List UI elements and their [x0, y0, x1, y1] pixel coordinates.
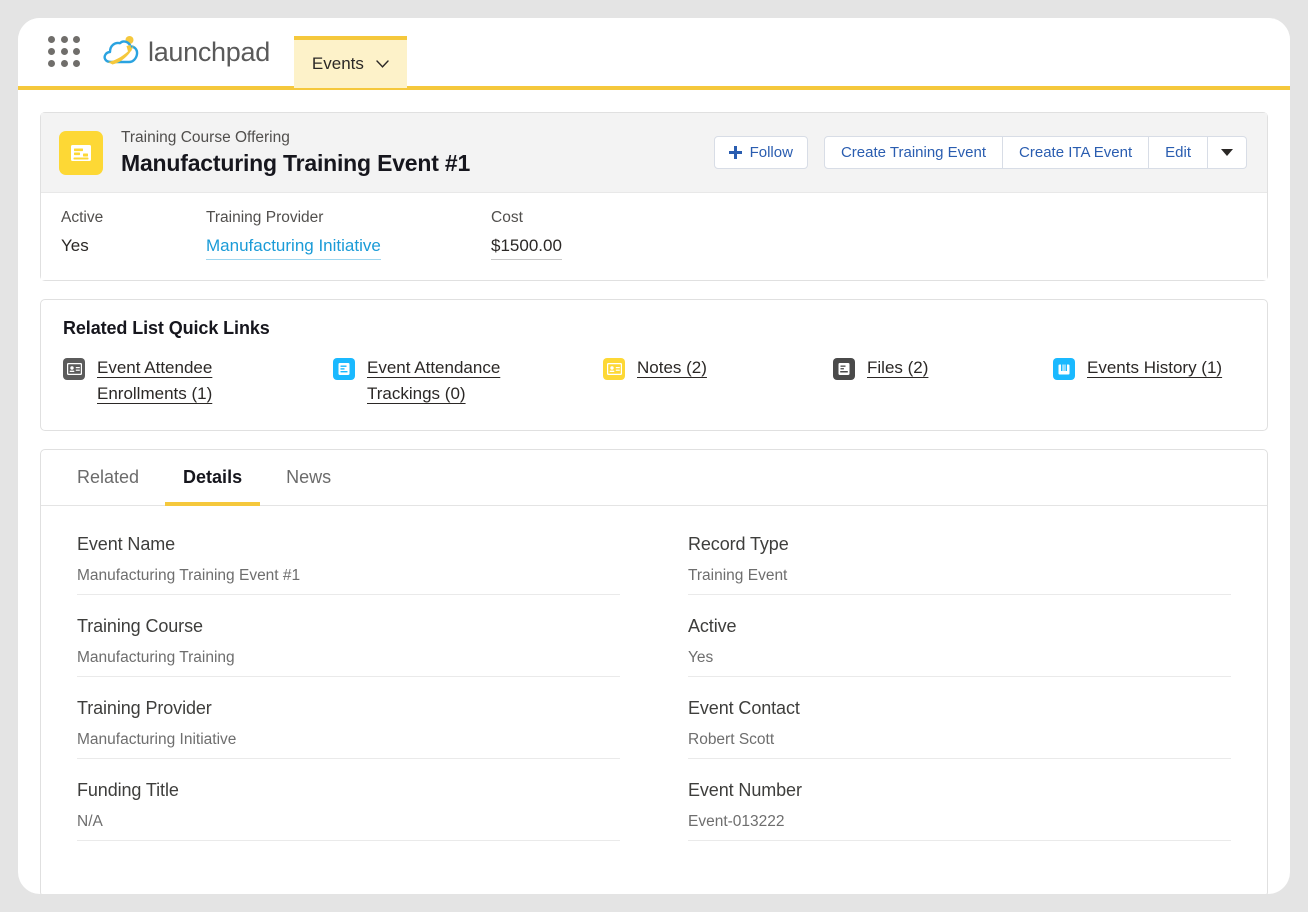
record-form-icon	[59, 130, 103, 175]
app-launcher-grid-icon[interactable]	[48, 36, 82, 68]
field-event-number: Event Number Event-013222	[688, 780, 1231, 862]
quick-link-notes[interactable]: Notes (2)	[603, 355, 833, 406]
field-value: Manufacturing Initiative	[77, 731, 620, 760]
chevron-down-icon	[376, 60, 389, 68]
note-card-icon	[603, 358, 625, 381]
details-field-grid: Event Name Manufacturing Training Event …	[41, 506, 1267, 894]
highlight-label: Active	[61, 209, 104, 227]
quick-link-label: Events History (1)	[1087, 358, 1223, 378]
contact-card-icon	[63, 358, 85, 381]
field-label: Active	[688, 616, 737, 637]
record-header-card: Training Course Offering Manufacturing T…	[40, 112, 1268, 282]
quick-link-events-history[interactable]: Events History (1)	[1053, 355, 1245, 406]
field-value: Manufacturing Training	[77, 649, 620, 678]
field-event-name: Event Name Manufacturing Training Event …	[77, 534, 620, 616]
quick-links-grid: Event Attendee Enrollments (1) Event Att…	[63, 355, 1245, 406]
launchpad-cloud-logo	[103, 36, 139, 65]
quick-link-event-attendance-trackings[interactable]: Event Attendance Trackings (0)	[333, 355, 603, 406]
related-list-quick-links-card: Related List Quick Links Event Attendee …	[40, 299, 1268, 432]
tab-details[interactable]: Details	[165, 451, 261, 507]
highlight-value: $1500.00	[491, 236, 562, 261]
nav-tab-label: Events	[311, 54, 364, 73]
field-training-provider: Training Provider Manufacturing Initiati…	[77, 698, 620, 780]
field-value: Manufacturing Training Event #1	[77, 567, 620, 596]
record-identity: Training Course Offering Manufacturing T…	[59, 127, 470, 178]
page-body: Training Course Offering Manufacturing T…	[18, 90, 1290, 894]
follow-button[interactable]: Follow	[713, 136, 808, 170]
object-label: Training Course Offering	[121, 129, 290, 146]
tab-related[interactable]: Related	[59, 451, 157, 506]
global-nav: launchpad Events	[18, 18, 1290, 90]
caret-down-icon	[1221, 149, 1233, 157]
quick-link-label: Event Attendance Trackings (0)	[367, 358, 501, 403]
highlight-label: Cost	[491, 209, 523, 227]
quick-link-event-attendee-enrollments[interactable]: Event Attendee Enrollments (1)	[63, 355, 333, 406]
follow-button-label: Follow	[749, 144, 793, 162]
tab-news[interactable]: News	[268, 451, 349, 506]
field-label: Record Type	[688, 534, 789, 555]
field-label: Event Name	[77, 534, 176, 555]
record-actions: Follow Create Training Event Create ITA …	[713, 136, 1247, 170]
quick-links-title: Related List Quick Links	[63, 318, 270, 339]
plus-icon	[728, 146, 742, 160]
field-label: Training Provider	[77, 698, 212, 719]
highlight-field-active: Active Yes	[61, 209, 196, 260]
brand-logo-link[interactable]: launchpad	[102, 34, 270, 70]
field-training-course: Training Course Manufacturing Training	[77, 616, 620, 698]
field-value: Event-013222	[688, 813, 1231, 842]
field-funding-title: Funding Title N/A	[77, 780, 620, 862]
document-icon	[333, 358, 355, 381]
app-window: launchpad Events Training Course Offerin…	[18, 18, 1290, 894]
record-action-button-group: Create Training Event Create ITA Event E…	[823, 136, 1247, 170]
field-label: Event Number	[688, 780, 802, 801]
field-value: N/A	[77, 813, 620, 842]
edit-button[interactable]: Edit	[1149, 136, 1208, 170]
page-title: Manufacturing Training Event #1	[121, 150, 471, 177]
create-training-event-button[interactable]: Create Training Event	[823, 136, 1004, 170]
tab-bar: Related Details News	[41, 450, 1267, 507]
field-label: Event Contact	[688, 698, 800, 719]
training-provider-link[interactable]: Manufacturing Initiative	[206, 236, 381, 261]
highlights-fields: Active Yes Training Provider Manufacturi…	[41, 193, 1267, 281]
highlight-field-cost: Cost $1500.00	[491, 209, 711, 261]
field-active: Active Yes	[688, 616, 1231, 698]
field-value: Yes	[688, 649, 1231, 678]
nav-tab-events[interactable]: Events	[293, 36, 407, 88]
quick-link-files[interactable]: Files (2)	[833, 355, 1053, 406]
more-actions-button[interactable]	[1208, 136, 1247, 170]
field-value: Robert Scott	[688, 731, 1231, 760]
brand-name: launchpad	[148, 36, 270, 67]
highlight-label: Training Provider	[206, 209, 324, 227]
highlight-value: Yes	[61, 236, 89, 256]
quick-link-label: Notes (2)	[637, 358, 707, 378]
field-label: Training Course	[77, 616, 203, 637]
field-value: Training Event	[688, 567, 1231, 596]
record-titles: Training Course Offering Manufacturing T…	[121, 127, 470, 178]
record-header-top: Training Course Offering Manufacturing T…	[41, 113, 1267, 194]
record-detail-tab-panel: Related Details News Event Name Manufact…	[40, 449, 1268, 894]
quick-link-label: Event Attendee Enrollments (1)	[97, 358, 213, 403]
create-ita-event-button[interactable]: Create ITA Event	[1003, 136, 1150, 170]
file-icon	[833, 358, 855, 381]
quick-link-label: Files (2)	[867, 358, 929, 378]
history-book-icon	[1053, 358, 1075, 381]
field-label: Funding Title	[77, 780, 179, 801]
highlight-field-training-provider: Training Provider Manufacturing Initiati…	[206, 209, 481, 261]
field-record-type: Record Type Training Event	[688, 534, 1231, 616]
field-event-contact: Event Contact Robert Scott	[688, 698, 1231, 780]
